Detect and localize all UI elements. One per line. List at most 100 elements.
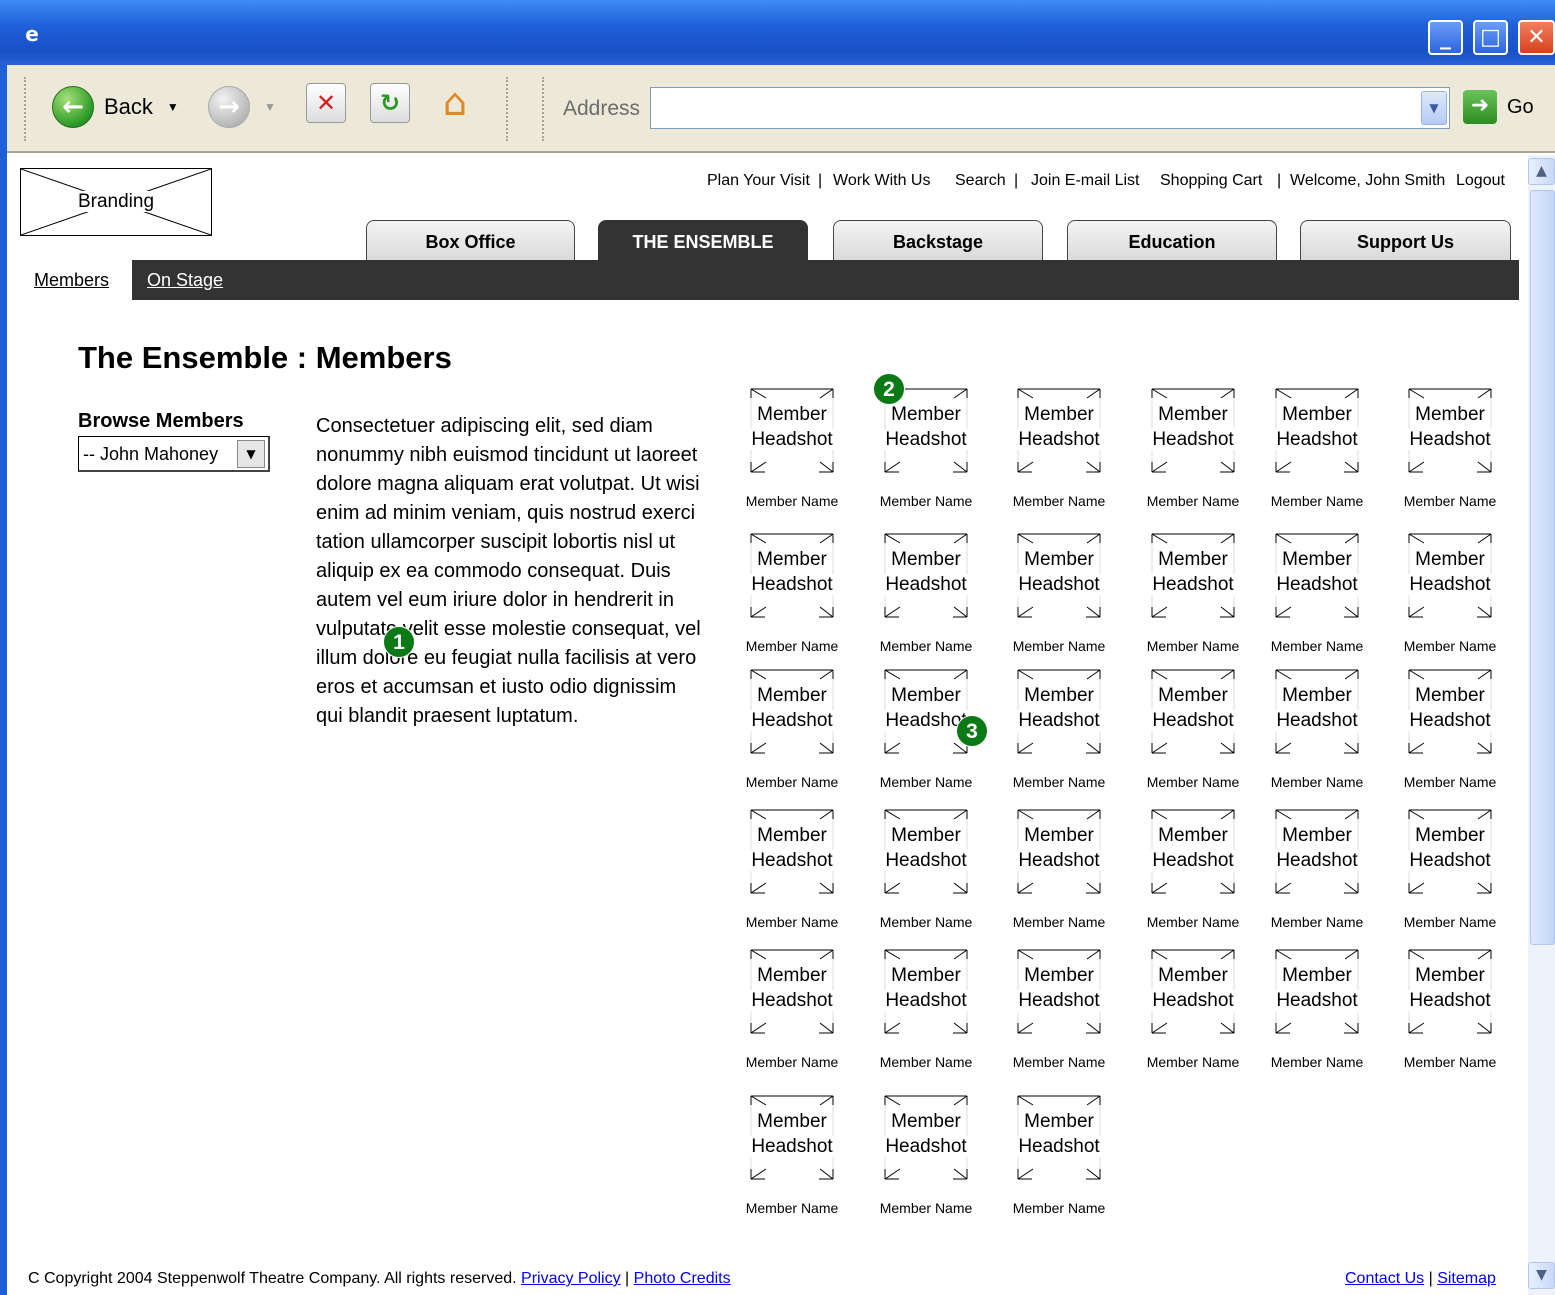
tab-support-us[interactable]: Support Us [1300,220,1511,260]
subnav-item-members[interactable]: Members [20,260,132,300]
member-name[interactable]: Member Name [1003,774,1115,790]
member-name[interactable]: Member Name [1394,638,1506,654]
subnav-item-on-stage[interactable]: On Stage [147,270,223,291]
member-name[interactable]: Member Name [1137,493,1249,509]
member-card[interactable]: Member Headshot Member Name [1271,809,1371,939]
member-card[interactable]: Member Headshot Member Name [1013,809,1113,939]
tab-backstage[interactable]: Backstage [833,220,1043,260]
member-card[interactable]: Member Headshot Member Name [1404,949,1504,1079]
member-name[interactable]: Member Name [1261,1054,1373,1070]
member-name[interactable]: Member Name [870,493,982,509]
member-name[interactable]: Member Name [1137,914,1249,930]
forward-dropdown-icon[interactable]: ▼ [264,100,276,114]
member-name[interactable]: Member Name [736,774,848,790]
member-card[interactable]: Member Headshot Member Name [880,809,980,939]
member-card[interactable]: Member Headshot Member Name [880,1095,980,1225]
link-shopping-cart[interactable]: Shopping Cart [1160,172,1262,190]
address-input[interactable] [650,87,1450,129]
member-name[interactable]: Member Name [870,638,982,654]
member-name[interactable]: Member Name [870,774,982,790]
link-contact-us[interactable]: Contact Us [1345,1270,1424,1287]
browse-members-select[interactable]: -- John Mahoney ▼ [78,436,270,472]
member-name[interactable]: Member Name [1003,1200,1115,1216]
member-name[interactable]: Member Name [736,1054,848,1070]
member-card[interactable]: Member Headshot Member Name [880,949,980,1079]
member-name[interactable]: Member Name [736,493,848,509]
link-plan-your-visit[interactable]: Plan Your Visit [707,172,810,190]
member-card[interactable]: Member Headshot Member Name [1147,949,1247,1079]
tab-education[interactable]: Education [1067,220,1277,260]
member-card[interactable]: Member Headshot Member Name [1271,949,1371,1079]
forward-button[interactable]: → ▼ [208,86,276,128]
close-button[interactable]: ✕ [1518,20,1555,55]
member-name[interactable]: Member Name [1003,638,1115,654]
member-name[interactable]: Member Name [1003,914,1115,930]
member-card[interactable]: Member Headshot Member Name [1147,809,1247,939]
member-card[interactable]: Member Headshot Member Name [746,949,846,1079]
member-name[interactable]: Member Name [1261,638,1373,654]
member-name[interactable]: Member Name [1137,774,1249,790]
scroll-thumb[interactable] [1530,190,1555,945]
member-card[interactable]: Member Headshot Member Name [880,388,980,518]
back-button[interactable]: ← Back ▼ [52,86,179,128]
link-photo-credits[interactable]: Photo Credits [634,1270,731,1287]
scroll-down-button[interactable]: ▼ [1528,1262,1555,1289]
member-name[interactable]: Member Name [1261,774,1373,790]
toolbar-grip[interactable] [24,77,28,141]
member-name[interactable]: Member Name [870,914,982,930]
member-name[interactable]: Member Name [1394,493,1506,509]
member-name[interactable]: Member Name [1137,1054,1249,1070]
refresh-button[interactable]: ↻ [370,83,410,123]
member-card[interactable]: Member Headshot Member Name [1404,809,1504,939]
member-name[interactable]: Member Name [1261,914,1373,930]
link-sitemap[interactable]: Sitemap [1437,1270,1496,1287]
link-logout[interactable]: Logout [1456,172,1505,190]
link-search[interactable]: Search [955,172,1006,190]
chevron-down-icon[interactable]: ▼ [237,440,265,468]
member-card[interactable]: Member Headshot Member Name [1013,1095,1113,1225]
member-card[interactable]: Member Headshot Member Name [746,388,846,518]
maximize-button[interactable]: □ [1473,20,1508,55]
member-card[interactable]: Member Headshot Member Name [1013,533,1113,663]
member-name[interactable]: Member Name [1003,493,1115,509]
back-dropdown-icon[interactable]: ▼ [167,100,179,114]
member-card[interactable]: Member Headshot Member Name [1271,388,1371,518]
member-card[interactable]: Member Headshot Member Name [746,1095,846,1225]
member-card[interactable]: Member Headshot Member Name [1013,669,1113,799]
member-name[interactable]: Member Name [736,914,848,930]
member-card[interactable]: Member Headshot Member Name [746,809,846,939]
link-privacy-policy[interactable]: Privacy Policy [521,1270,621,1287]
link-work-with-us[interactable]: Work With Us [833,172,930,190]
link-join-email[interactable]: Join E-mail List [1031,172,1139,190]
member-card[interactable]: Member Headshot Member Name [1271,533,1371,663]
member-card[interactable]: Member Headshot Member Name [746,669,846,799]
member-card[interactable]: Member Headshot Member Name [746,533,846,663]
member-name[interactable]: Member Name [1137,638,1249,654]
tab-the-ensemble[interactable]: THE ENSEMBLE [598,220,808,260]
address-grip[interactable] [542,77,546,141]
go-button[interactable]: ➜ Go [1463,90,1534,124]
member-card[interactable]: Member Headshot Member Name [880,533,980,663]
stop-button[interactable]: ✕ [306,83,346,123]
member-card[interactable]: Member Headshot Member Name [1271,669,1371,799]
member-card[interactable]: Member Headshot Member Name [1147,669,1247,799]
member-name[interactable]: Member Name [1394,1054,1506,1070]
member-card[interactable]: Member Headshot Member Name [1013,388,1113,518]
member-name[interactable]: Member Name [736,1200,848,1216]
member-name[interactable]: Member Name [736,638,848,654]
address-dropdown-button[interactable]: ▼ [1421,91,1447,125]
member-name[interactable]: Member Name [1394,774,1506,790]
member-name[interactable]: Member Name [1261,493,1373,509]
member-name[interactable]: Member Name [870,1054,982,1070]
member-card[interactable]: Member Headshot Member Name [1147,388,1247,518]
member-name[interactable]: Member Name [870,1200,982,1216]
minimize-button[interactable]: _ [1428,20,1463,55]
member-name[interactable]: Member Name [1003,1054,1115,1070]
tab-box-office[interactable]: Box Office [366,220,575,260]
member-card[interactable]: Member Headshot Member Name [1404,388,1504,518]
member-card[interactable]: Member Headshot Member Name [1147,533,1247,663]
scroll-up-button[interactable]: ▲ [1528,158,1555,185]
member-card[interactable]: Member Headshot Member Name [1013,949,1113,1079]
member-name[interactable]: Member Name [1394,914,1506,930]
member-card[interactable]: Member Headshot Member Name [1404,533,1504,663]
